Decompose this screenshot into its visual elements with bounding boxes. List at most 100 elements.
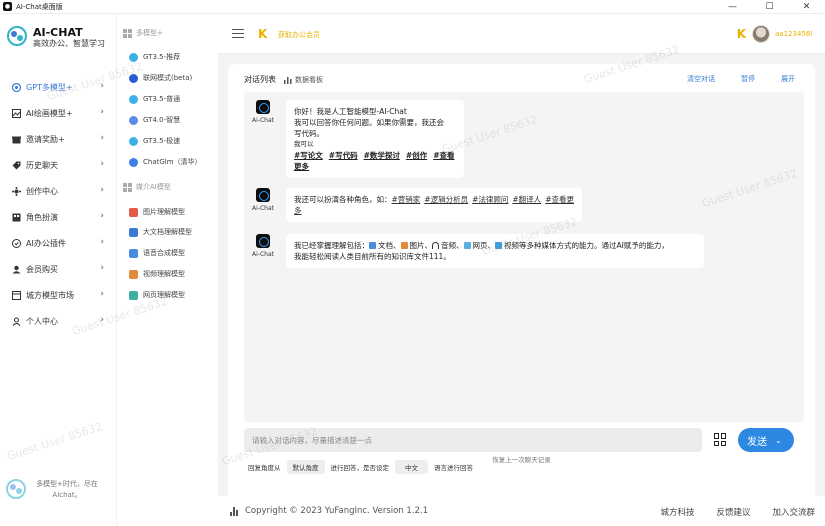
footer-link-company[interactable]: 城方科技 — [660, 506, 694, 518]
window-title: AI-Chat桌面版 — [16, 2, 63, 11]
model-label: GT3.5-极速 — [143, 137, 181, 145]
close-button[interactable]: ✕ — [788, 0, 825, 14]
message-bubble: 我已经掌握理解包括： 文档、 图片、 音频、 网页、 视频等多种媒体方式的能力。通过AI赋… — [286, 234, 704, 268]
chevron-down-icon[interactable]: ⌄ — [775, 436, 782, 445]
tag-write-paper[interactable]: #写论文 — [294, 151, 323, 160]
clear-chat-button[interactable]: 清空对话 — [687, 74, 715, 84]
model-item-gt40[interactable]: GT4.0-智慧 — [129, 115, 180, 125]
bot-avatar-icon — [256, 188, 270, 202]
sidebar-footer: 多模型+时代，尽在AIchat。 — [6, 479, 102, 501]
model-item-web[interactable]: 网页理解模型 — [129, 290, 185, 300]
footer-link-feedback[interactable]: 反馈建议 — [716, 506, 750, 518]
gpt-icon — [11, 82, 21, 92]
message-text: 写代码。 — [294, 129, 324, 138]
pause-button[interactable]: 暂停 — [741, 74, 755, 84]
model-icon — [129, 269, 138, 279]
model-item-gt35-fast[interactable]: GT3.5-极速 — [129, 136, 180, 146]
tag-write-code[interactable]: #写代码 — [329, 151, 358, 160]
message-bubble: 我还可以扮演各种角色，如：#营销家 #逻辑分析员 #法律顾问 #翻译人 #查看更多 — [286, 188, 582, 222]
model-icon — [129, 157, 138, 167]
sidebar-nav: GPT多模型+ › AI绘画模型+ › 邀请奖励+ › 历史聊天 › 创作中心 … — [0, 74, 116, 334]
username[interactable]: aa123456l — [775, 30, 825, 38]
model-item-image[interactable]: 图片理解模型 — [129, 207, 185, 217]
gift-icon — [11, 134, 21, 144]
input-row: 发送 ⌄ — [244, 428, 804, 452]
model-icon — [129, 248, 138, 258]
footer-links: 城方科技 反馈建议 加入交流群 — [638, 506, 815, 518]
link-analyst[interactable]: #逻辑分析员 — [424, 195, 468, 204]
sidebar-item-ai-painting[interactable]: AI绘画模型+ › — [0, 100, 116, 126]
language-select[interactable]: 中文 — [395, 460, 428, 474]
reply-options: 回复角度从 默认角度 进行回答，是否设定 中文 语言进行回答 — [248, 460, 473, 474]
tag-math[interactable]: #数学探讨 — [364, 151, 400, 160]
sidebar: AI-CHAT 高效办公、智慧学习 GPT多模型+ › AI绘画模型+ › 邀请… — [0, 14, 116, 526]
perspective-select[interactable]: 默认角度 — [286, 460, 325, 474]
logo-icon — [7, 26, 27, 46]
apps-grid-icon[interactable] — [714, 433, 727, 446]
member-icon — [11, 264, 21, 274]
bot-name: Ai-Chat — [252, 117, 274, 124]
sidebar-item-invite[interactable]: 邀请奖励+ › — [0, 126, 116, 152]
menu-icon[interactable] — [232, 29, 244, 41]
footer-link-join-group[interactable]: 加入交流群 — [772, 506, 815, 518]
sidebar-item-label: 城方模型市场 — [26, 290, 74, 300]
maximize-button[interactable]: ☐ — [751, 0, 788, 14]
model-item-gt35-normal[interactable]: GT3.5-普通 — [129, 94, 180, 104]
model-section-label: 多模型+ — [136, 29, 163, 37]
minimize-button[interactable]: — — [714, 0, 751, 14]
chevron-right-icon: › — [100, 81, 104, 91]
expand-button[interactable]: 展开 — [781, 74, 795, 84]
sidebar-item-roleplay[interactable]: 角色扮演 › — [0, 204, 116, 230]
app-icon: ● — [3, 2, 12, 11]
model-icon — [129, 227, 138, 237]
message-bubble: 你好！我是人工智能模型-AI-Chat 我可以回答你任何问题。如果你需要，我还会… — [286, 100, 464, 178]
send-button[interactable]: 发送 ⌄ — [738, 428, 794, 452]
link-marketer[interactable]: #营销家 — [392, 195, 421, 204]
sidebar-item-history[interactable]: 历史聊天 › — [0, 152, 116, 178]
panel-actions: 清空对话 暂停 展开 — [661, 74, 795, 84]
model-section-label: 媒介AI模型 — [136, 183, 171, 191]
footer: Copyright © 2023 YuFangInc. Version 1.2.… — [218, 496, 825, 526]
send-label: 发送 — [747, 436, 767, 448]
panel-title: 对话列表 — [244, 75, 276, 84]
footer-logo-icon — [6, 479, 26, 499]
message-1: Ai-Chat 你好！我是人工智能模型-AI-Chat 我可以回答你任何问题。如… — [252, 100, 464, 178]
sidebar-item-membership[interactable]: 会员购买 › — [0, 256, 116, 282]
message-text: 我能轻松阅读人类目前所有的知识库文件111。 — [294, 252, 451, 261]
chevron-right-icon: › — [100, 185, 104, 195]
chevron-right-icon: › — [100, 237, 104, 247]
sidebar-footer-text: 多模型+时代，尽在AIchat。 — [36, 480, 98, 499]
link-translator[interactable]: #翻译人 — [512, 195, 541, 204]
chat-input[interactable] — [244, 428, 702, 452]
sidebar-item-office-plugin[interactable]: AI办公插件 › — [0, 230, 116, 256]
market-icon — [11, 290, 21, 300]
model-item-online[interactable]: 联网模式(beta) — [129, 73, 192, 83]
web-icon — [463, 242, 471, 249]
sidebar-item-creation[interactable]: 创作中心 › — [0, 178, 116, 204]
model-item-gt35-recommend[interactable]: GT3.5-推荐 — [129, 52, 180, 62]
model-label: ChatGlm（清华） — [143, 158, 202, 166]
avatar[interactable] — [752, 25, 770, 43]
model-item-chatglm[interactable]: ChatGlm（清华） — [129, 157, 202, 167]
model-item-voice[interactable]: 语音合成模型 — [129, 248, 185, 258]
sidebar-item-gpt[interactable]: GPT多模型+ › — [0, 74, 116, 100]
model-item-video[interactable]: 视频理解模型 — [129, 269, 185, 279]
model-label: GT3.5-普通 — [143, 95, 181, 103]
main-area: K 获取办公会员 K aa123456l 对话列表 数据看板 清空对话 暂停 展… — [218, 14, 825, 526]
data-board-link[interactable]: 数据看板 — [284, 75, 323, 85]
model-label: 大文档理解模型 — [143, 228, 192, 236]
plugin-icon — [11, 238, 21, 248]
sidebar-item-profile[interactable]: 个人中心 › — [0, 308, 116, 334]
picture-icon — [400, 242, 408, 249]
model-icon — [129, 290, 138, 300]
sidebar-item-model-market[interactable]: 城方模型市场 › — [0, 282, 116, 308]
sidebar-item-label: 角色扮演 — [26, 212, 58, 222]
tag-creation[interactable]: #创作 — [406, 151, 427, 160]
message-3: Ai-Chat 我已经掌握理解包括： 文档、 图片、 音频、 网页、 视频等多种媒体方式的… — [252, 234, 704, 268]
grid-small-icon — [123, 28, 132, 38]
model-section-multi: 多模型+ — [123, 28, 163, 38]
get-membership-link[interactable]: 获取办公会员 — [278, 30, 320, 40]
link-lawyer[interactable]: #法律顾问 — [472, 195, 508, 204]
model-item-document[interactable]: 大文档理解模型 — [129, 227, 192, 237]
chevron-right-icon: › — [100, 315, 104, 325]
